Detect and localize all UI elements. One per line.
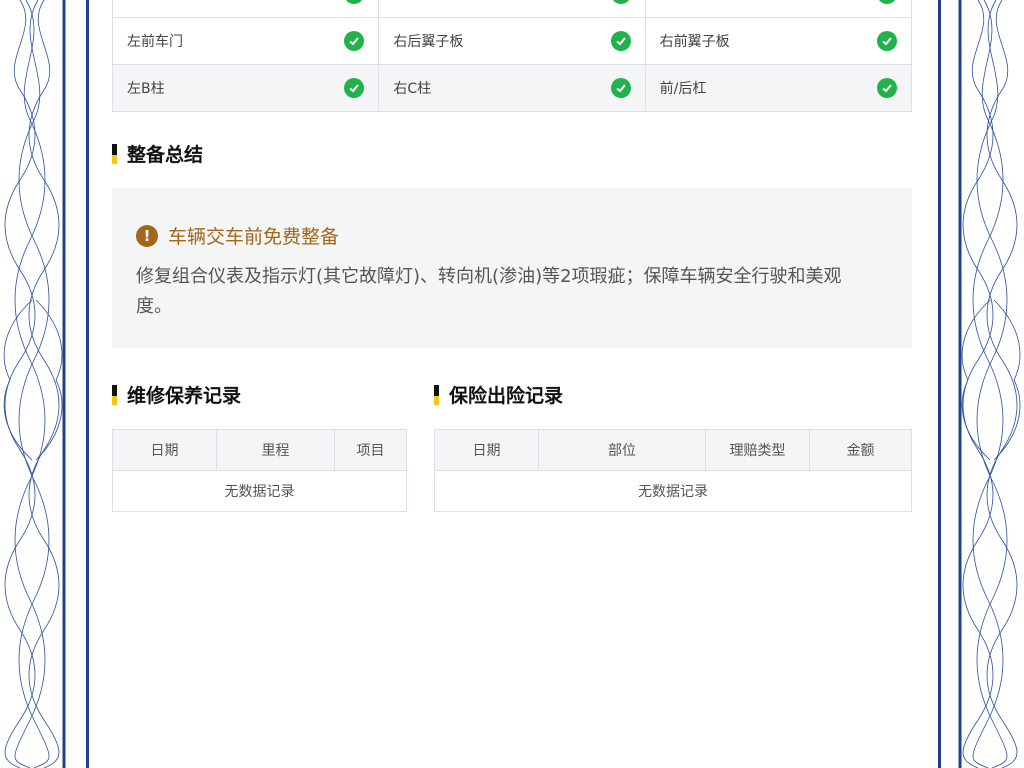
inspection-item-label: 前/后杠 [659, 81, 707, 97]
section-marker [112, 143, 117, 164]
section-marker [434, 384, 439, 405]
check-circle-icon [876, 0, 897, 4]
maintenance-table-header: 日期 里程 项目 [113, 430, 406, 471]
inspection-cell: 左B柱 [113, 65, 380, 111]
insurance-section-title: 保险出险记录 [434, 381, 563, 408]
exclamation-circle-icon: ! [136, 224, 158, 247]
inspection-row: 左B柱 右C柱 前/后杠 [112, 65, 912, 112]
check-circle-icon [610, 78, 631, 98]
inspection-item-label: 左B柱 [127, 81, 165, 97]
right-guilloche-border [958, 0, 1021, 768]
inspection-item-label: 右后翼子板 [393, 34, 464, 50]
maintenance-section-title: 维修保养记录 [112, 381, 241, 408]
inspection-cell: 右前翼子板 [646, 18, 911, 64]
column-header: 里程 [217, 430, 335, 470]
inspection-row [112, 0, 912, 18]
maintenance-title-text: 维修保养记录 [127, 385, 242, 407]
summary-headline-text: 车辆交车前免费整备 [168, 226, 340, 248]
check-circle-icon [610, 0, 631, 4]
check-circle-icon [876, 78, 897, 98]
inspection-cell [646, 0, 911, 17]
insurance-table-header: 日期 部位 理赔类型 金额 [435, 430, 911, 471]
check-circle-icon [610, 31, 631, 51]
inspection-row: 左前车门 右后翼子板 右前翼子板 [112, 18, 912, 65]
inspection-item-label: 右前翼子板 [659, 34, 730, 50]
section-marker [112, 384, 117, 405]
maintenance-table: 日期 里程 项目 无数据记录 [112, 429, 407, 512]
column-header: 日期 [435, 430, 539, 470]
inspection-cell [113, 0, 380, 17]
summary-section-title: 整备总结 [112, 140, 203, 167]
inspection-cell: 前/后杠 [646, 65, 911, 111]
inspection-cell: 左前车门 [113, 18, 380, 64]
summary-description: 修复组合仪表及指示灯(其它故障灯)、转向机(渗油)等2项瑕疵；保障车辆安全行驶和… [136, 266, 842, 317]
summary-title-text: 整备总结 [127, 144, 204, 166]
insurance-table: 日期 部位 理赔类型 金额 无数据记录 [434, 429, 912, 512]
empty-state-text: 无数据记录 [113, 471, 406, 511]
left-guilloche-border [3, 0, 66, 768]
check-circle-icon [344, 78, 365, 98]
check-circle-icon [344, 0, 365, 4]
column-header: 项目 [356, 443, 385, 459]
check-circle-icon [344, 31, 365, 51]
inspection-cell: 右后翼子板 [379, 18, 646, 64]
left-frame-line [86, 0, 89, 768]
inspection-cell: 右C柱 [379, 65, 646, 111]
column-header: 部位 [539, 430, 706, 470]
inspection-item-label: 左前车门 [127, 34, 183, 50]
inspection-item-label: 右C柱 [393, 81, 432, 97]
right-frame-line [938, 0, 941, 768]
empty-state-text: 无数据记录 [435, 471, 911, 511]
column-header: 日期 [113, 430, 217, 470]
inspection-cell [379, 0, 646, 17]
check-circle-icon [876, 31, 897, 51]
column-header: 理赔类型 [706, 430, 810, 470]
summary-headline: ! 车辆交车前免费整备 [136, 222, 339, 249]
summary-box: ! 车辆交车前免费整备 修复组合仪表及指示灯(其它故障灯)、转向机(渗油)等2项… [112, 188, 912, 348]
inspection-grid: 左前车门 右后翼子板 右前翼子板 左B柱 右C柱 前/后杠 [112, 0, 912, 112]
column-header: 金额 [846, 443, 875, 459]
insurance-title-text: 保险出险记录 [449, 385, 564, 407]
